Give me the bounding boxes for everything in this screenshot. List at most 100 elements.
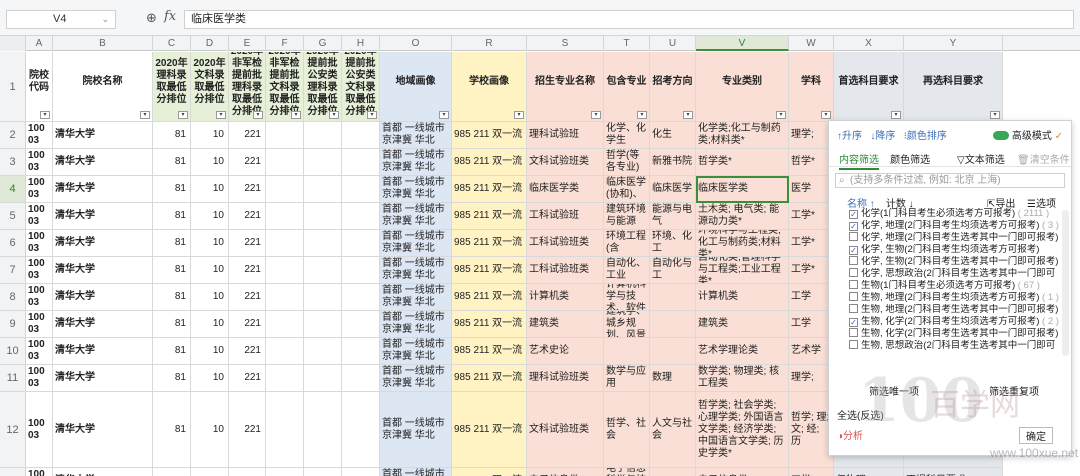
cell-e[interactable]: 221	[229, 176, 266, 203]
cell-v[interactable]: 环境科学与工程类;化工与制药类;材料类*	[696, 230, 789, 257]
cell-a[interactable]: 10003	[26, 230, 53, 257]
cell-g[interactable]	[304, 257, 342, 284]
filter-list-item[interactable]: ✓ 化学, 地理(2门科目考生均须选考方可报考) ( 3 )	[829, 220, 1059, 232]
cell-g[interactable]	[304, 468, 342, 476]
cell-e[interactable]: 221	[229, 122, 266, 149]
cell-a[interactable]: 10003	[26, 203, 53, 230]
cell-v[interactable]: 土木类; 电气类; 能源动力类*	[696, 203, 789, 230]
formula-input[interactable]: 临床医学类	[184, 10, 1074, 29]
checkbox-icon[interactable]	[849, 304, 858, 313]
filter-dropdown-icon[interactable]: ▾	[367, 111, 377, 119]
cell-e[interactable]: 221	[229, 338, 266, 365]
tab-color-filter[interactable]: 颜色筛选	[890, 155, 930, 166]
cell-a[interactable]: 10003	[26, 122, 53, 149]
cell-t[interactable]: 电子信息科学与技术、微	[604, 468, 650, 476]
cell-u[interactable]: 能源与电气	[650, 203, 696, 230]
filter-search-input[interactable]: ⌕ (支持多条件过滤, 例如: 北京 上海)	[835, 173, 1065, 188]
cell-h[interactable]	[342, 230, 380, 257]
cell-u[interactable]: 人文与社会	[650, 392, 696, 468]
cell-t[interactable]: 建筑学、城乡规划、风景	[604, 311, 650, 338]
checkbox-icon[interactable]: ✓	[849, 222, 858, 231]
cell-e[interactable]: 221	[229, 392, 266, 468]
cell-b[interactable]: 清华大学	[53, 122, 153, 149]
row-number[interactable]: 11	[0, 365, 26, 392]
cell-r[interactable]: 985 211 双一流	[452, 122, 527, 149]
cell-b[interactable]: 清华大学	[53, 203, 153, 230]
cell-e[interactable]: 221	[229, 230, 266, 257]
filter-list-item[interactable]: 生物, 地理(2门科目考生均须选考方可报考) ( 1 )	[829, 292, 1059, 304]
cell-y[interactable]: 不提科目要求	[904, 468, 1003, 476]
cell-s[interactable]: 建筑类	[527, 311, 604, 338]
filter-dropdown-icon[interactable]: ▾	[637, 111, 647, 119]
row-number[interactable]: 13	[0, 468, 26, 476]
cell-d[interactable]: 10	[191, 176, 229, 203]
cell-f[interactable]	[266, 203, 304, 230]
cell-d[interactable]: 10	[191, 468, 229, 476]
cell-a[interactable]: 10003	[26, 149, 53, 176]
cell-v[interactable]: 临床医学类	[696, 176, 789, 203]
cell-o[interactable]: 首都 一线城市 京津冀 华北	[380, 149, 452, 176]
cell-t[interactable]: 临床医学(协和)、	[604, 176, 650, 203]
cell-f[interactable]	[266, 176, 304, 203]
cell-t[interactable]: 哲学(等各专业)	[604, 149, 650, 176]
column-letter-s[interactable]: S	[527, 36, 604, 51]
list-scrollbar[interactable]	[1062, 210, 1069, 356]
cell-e[interactable]: 221	[229, 284, 266, 311]
cell-e[interactable]: 221	[229, 257, 266, 284]
cell-f[interactable]	[266, 257, 304, 284]
cell-a[interactable]: 10003	[26, 311, 53, 338]
cell-g[interactable]	[304, 149, 342, 176]
filter-dropdown-icon[interactable]: ▾	[291, 111, 301, 119]
column-letter-a[interactable]: A	[26, 36, 53, 51]
cell-r[interactable]: 985 211 双一流	[452, 311, 527, 338]
cell-s[interactable]: 艺术史论	[527, 338, 604, 365]
cell-r[interactable]: 985 211 双一流	[452, 149, 527, 176]
cell-a[interactable]: 10003	[26, 365, 53, 392]
cell-c[interactable]: 81	[153, 392, 191, 468]
cell-f[interactable]	[266, 365, 304, 392]
cell-u[interactable]	[650, 338, 696, 365]
sort-asc-button[interactable]: ↑升序	[837, 131, 862, 142]
cell-e[interactable]: 221	[229, 311, 266, 338]
cell-e[interactable]: 221	[229, 203, 266, 230]
cell-x[interactable]: 仅物理	[834, 468, 904, 476]
cell-h[interactable]	[342, 311, 380, 338]
cell-b[interactable]: 清华大学	[53, 149, 153, 176]
cell-o[interactable]: 首都 一线城市 京津冀 华北	[380, 365, 452, 392]
cell-r[interactable]: 985 211 双一流	[452, 230, 527, 257]
cell-r[interactable]: 985 211 双一流	[452, 203, 527, 230]
cell-c[interactable]: 81	[153, 311, 191, 338]
checkbox-icon[interactable]	[849, 268, 858, 277]
cell-b[interactable]: 清华大学	[53, 284, 153, 311]
cell-t[interactable]: 环境工程(含	[604, 230, 650, 257]
cell-u[interactable]: 自动化与工	[650, 257, 696, 284]
cell-c[interactable]: 81	[153, 203, 191, 230]
cell-a[interactable]: 10003	[26, 468, 53, 476]
column-letter-w[interactable]: W	[789, 36, 834, 51]
filter-list-item[interactable]: 生物, 化学(2门科目考生选考其中一门即可报考)	[829, 328, 1059, 340]
cell-t[interactable]: 化学、化学生	[604, 122, 650, 149]
cell-h[interactable]	[342, 122, 380, 149]
cell-r[interactable]: 985 211 双一流	[452, 468, 527, 476]
color-sort-button[interactable]: ⁝颜色排序	[904, 131, 947, 142]
column-letter-d[interactable]: D	[191, 36, 229, 51]
cell-f[interactable]	[266, 338, 304, 365]
cell-g[interactable]	[304, 338, 342, 365]
cell-u[interactable]	[650, 311, 696, 338]
cell-o[interactable]: 首都 一线城市 京津冀 华北	[380, 203, 452, 230]
column-letter-x[interactable]: X	[834, 36, 904, 51]
cell-b[interactable]: 清华大学	[53, 311, 153, 338]
cell-o[interactable]: 首都 一线城市 京津冀 华北	[380, 230, 452, 257]
cell-t[interactable]: 计算机科学与技术、软件	[604, 284, 650, 311]
cell-g[interactable]	[304, 203, 342, 230]
filter-list-item[interactable]: 生物, 地理(2门科目考生选考其中一门即可报考)	[829, 304, 1059, 316]
checkbox-icon[interactable]: ✓	[849, 210, 858, 219]
column-letter-o[interactable]: O	[380, 36, 452, 51]
cell-g[interactable]	[304, 230, 342, 257]
cell-c[interactable]: 81	[153, 230, 191, 257]
cell-r[interactable]: 985 211 双一流	[452, 392, 527, 468]
cell-w[interactable]: 工学	[789, 468, 834, 476]
cell-b[interactable]: 清华大学	[53, 257, 153, 284]
filter-dropdown-icon[interactable]: ▾	[216, 111, 226, 119]
filter-dropdown-icon[interactable]: ▾	[891, 111, 901, 119]
